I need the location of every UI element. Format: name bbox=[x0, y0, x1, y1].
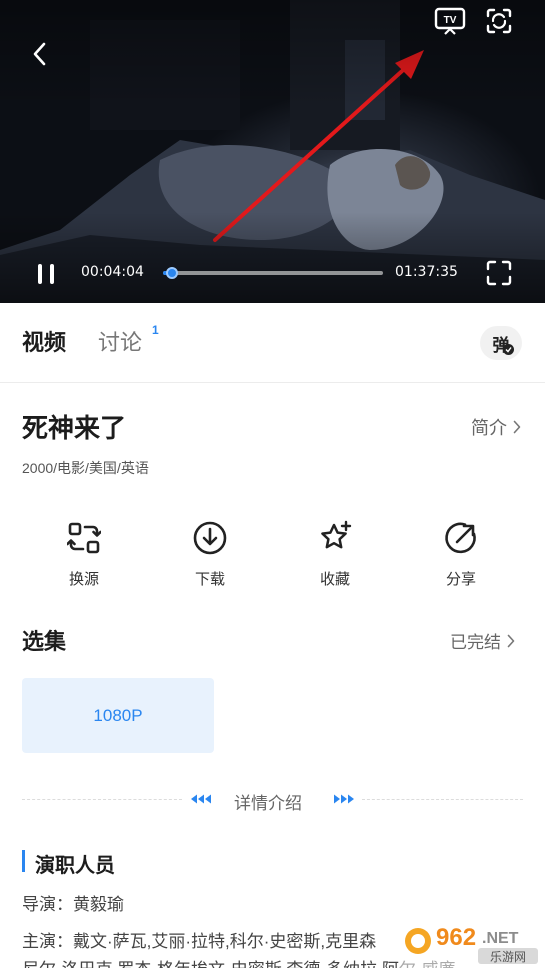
chevron-right-icon bbox=[507, 634, 515, 647]
download-icon bbox=[193, 521, 227, 555]
check-icon bbox=[503, 344, 514, 355]
divider-left bbox=[22, 799, 182, 800]
episode-item[interactable]: 1080P bbox=[22, 678, 214, 753]
svg-text:TV: TV bbox=[444, 15, 457, 26]
svg-text:962: 962 bbox=[436, 924, 476, 951]
content-tabs: 视频 讨论 1 弹 bbox=[0, 303, 545, 383]
tab-video[interactable]: 视频 bbox=[22, 325, 66, 357]
actors-line: 主演：戴文·萨瓦,艾丽·拉特,科尔·史密斯,克里森 bbox=[22, 932, 377, 951]
divider-right bbox=[362, 799, 523, 800]
double-chevron-left-icon bbox=[191, 794, 211, 804]
double-chevron-right-icon bbox=[334, 794, 354, 804]
download-button[interactable]: 下载 bbox=[170, 518, 250, 590]
download-label: 下载 bbox=[194, 571, 225, 588]
svg-text:.NET: .NET bbox=[482, 930, 519, 947]
switch-source-icon bbox=[67, 522, 101, 554]
share-button[interactable]: 分享 bbox=[421, 518, 501, 590]
current-time: 00:04:04 bbox=[81, 264, 144, 280]
tab-discuss[interactable]: 讨论 bbox=[98, 325, 142, 357]
episodes-status-link[interactable]: 已完结 bbox=[450, 628, 515, 653]
pause-icon bbox=[38, 264, 54, 284]
episodes-title: 选集 bbox=[22, 629, 67, 654]
intro-label: 简介 bbox=[471, 418, 507, 438]
danmu-toggle-button[interactable]: 弹 bbox=[480, 326, 522, 360]
fullscreen-button[interactable] bbox=[483, 257, 515, 289]
svg-text:乐游网: 乐游网 bbox=[490, 950, 526, 964]
collect-button[interactable]: 收藏 bbox=[295, 518, 375, 590]
movie-title: 死神来了 bbox=[22, 413, 127, 443]
site-watermark-logo: 962 .NET 乐游网 bbox=[400, 915, 545, 968]
pause-button[interactable] bbox=[30, 258, 62, 290]
chevron-right-icon bbox=[513, 420, 521, 434]
screen-rotate-button[interactable] bbox=[481, 4, 517, 38]
actors-line-continued: 尼尔·洛巴克,罗杰·格年埃文·史密斯,李德·多纳拉,阿尔·威廉 bbox=[22, 955, 455, 968]
collect-label: 收藏 bbox=[319, 571, 350, 588]
cast-title: 演职人员 bbox=[35, 855, 115, 877]
section-accent-bar bbox=[22, 850, 25, 872]
screen-rotate-icon bbox=[486, 8, 512, 34]
switch-source-button[interactable]: 换源 bbox=[44, 518, 124, 590]
back-button[interactable] bbox=[22, 36, 58, 72]
share-icon bbox=[445, 522, 476, 554]
chevron-left-icon bbox=[33, 42, 46, 66]
episodes-status: 已完结 bbox=[450, 633, 501, 652]
details-intro-link[interactable]: 详情介绍 bbox=[234, 789, 302, 814]
director-line: 导演：黄毅瑜 bbox=[22, 895, 124, 914]
fullscreen-icon bbox=[486, 260, 512, 286]
intro-link[interactable]: 简介 bbox=[471, 414, 521, 440]
seek-bar[interactable] bbox=[163, 267, 383, 279]
video-player[interactable]: TV 00:04:04 01:37:35 bbox=[0, 0, 545, 303]
star-add-icon bbox=[321, 520, 352, 549]
total-time: 01:37:35 bbox=[395, 264, 458, 280]
tv-cast-button[interactable]: TV bbox=[430, 4, 470, 38]
share-label: 分享 bbox=[445, 571, 476, 588]
movie-meta: 2000/电影/美国/英语 bbox=[22, 460, 149, 476]
tv-cast-icon: TV bbox=[434, 7, 466, 35]
switch-source-label: 换源 bbox=[68, 571, 99, 588]
video-shade bbox=[0, 0, 545, 303]
discuss-count-badge: 1 bbox=[152, 323, 159, 337]
